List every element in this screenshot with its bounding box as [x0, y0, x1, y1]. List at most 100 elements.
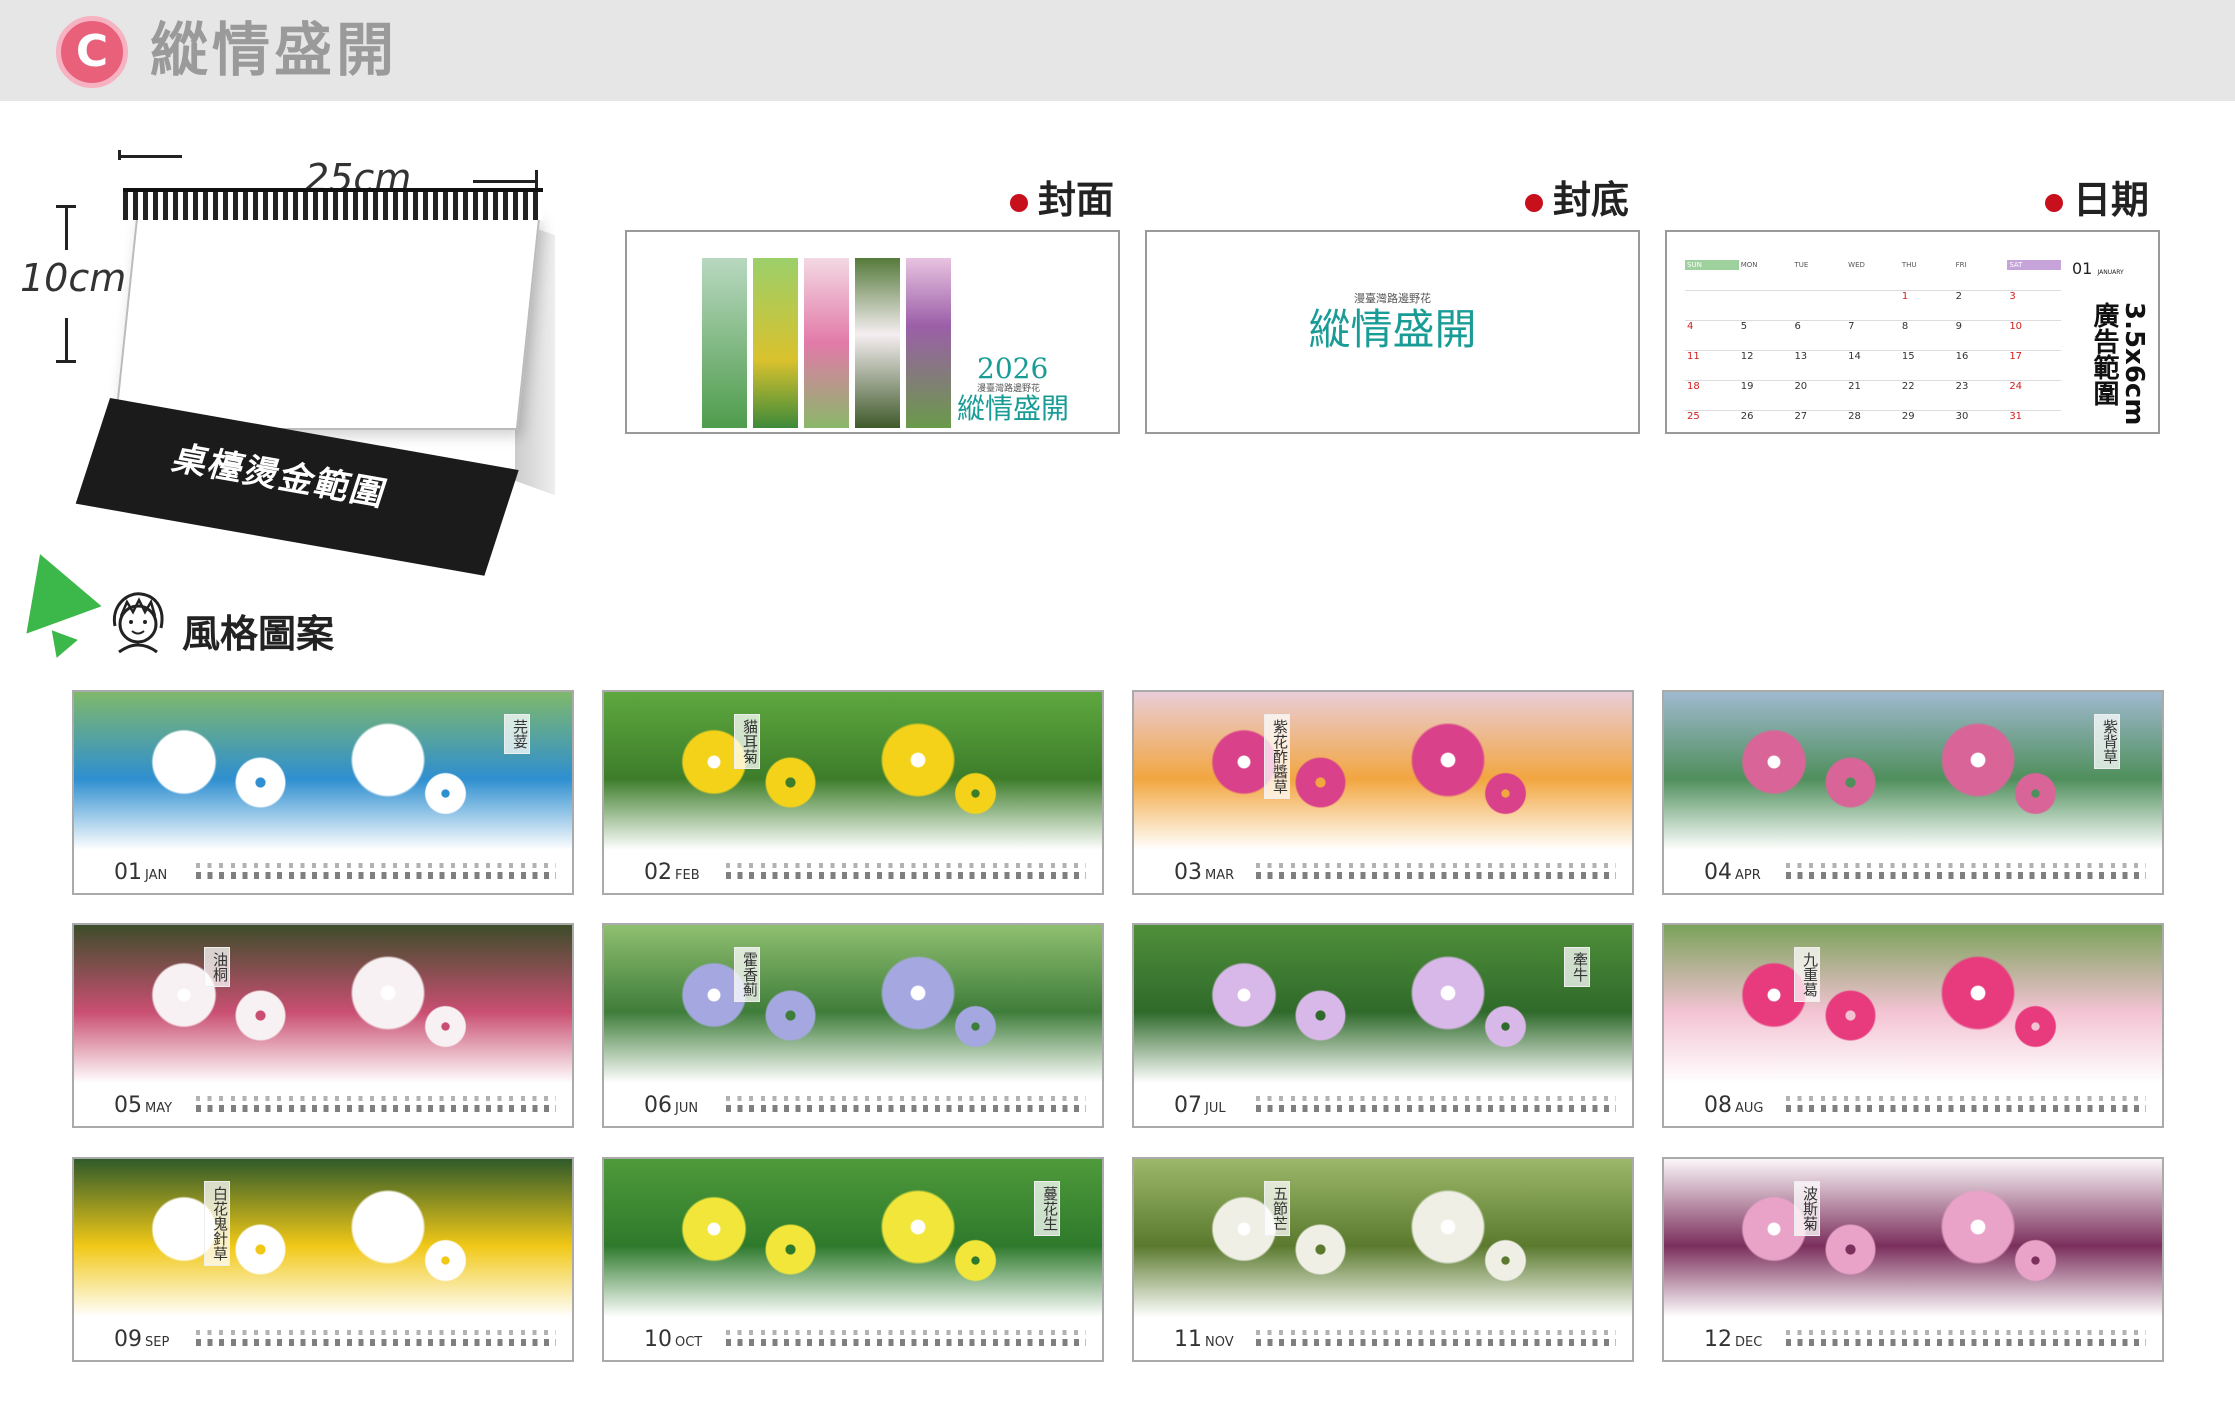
month-photo: [1134, 925, 1632, 1083]
month-card: 牽牛 07 JUL: [1132, 923, 1634, 1128]
triangle-decoration-icon: [51, 626, 81, 658]
cover-photo-strip: [855, 258, 900, 428]
flower-bloom: [877, 1187, 958, 1268]
month-number: 07: [1174, 1093, 1202, 1118]
month-card: 五節芒 11 NOV: [1132, 1157, 1634, 1362]
calendar-day: 11: [1685, 350, 1739, 380]
calendar-day: 18: [1685, 380, 1739, 410]
day-strip: [196, 1330, 556, 1346]
flower-bloom: [1293, 988, 1349, 1044]
month-label: 11 NOV: [1174, 1328, 1234, 1352]
calendar-week: 18 19 20 21 22 23 24: [1685, 380, 2062, 410]
day-strip: [726, 863, 1086, 879]
spiral-binding: [123, 188, 543, 220]
month-photo: [74, 692, 572, 850]
day-strip: [196, 1096, 556, 1112]
bullet-icon: [1010, 193, 1028, 212]
calendar-grid: SUN MON TUE WED THU FRI SAT 1 2 3 4 5 6 …: [1685, 260, 2062, 440]
calendar-day: 28: [1846, 410, 1900, 440]
month-photo: [1134, 1159, 1632, 1317]
calendar-day: [1792, 290, 1847, 320]
month-abbr: SEP: [145, 1335, 170, 1350]
month-label: 12 DEC: [1704, 1328, 1762, 1352]
back-preview: 漫臺灣路邊野花 縱情盛開: [1145, 230, 1640, 434]
month-abbr: NOV: [1205, 1335, 1234, 1350]
weekday-label: THU: [1901, 261, 1917, 269]
flower-name: 紫花酢醬草: [1264, 714, 1290, 799]
calendar-month: 01 JANUARY: [2072, 260, 2124, 282]
day-strip: [726, 1330, 1086, 1346]
width-dimension-line-left: [120, 155, 182, 158]
month-abbr: DEC: [1735, 1335, 1763, 1350]
flower-name: 貓耳菊: [734, 714, 760, 769]
month-card: 九重葛 08 AUG: [1662, 923, 2164, 1128]
month-label: 06 JUN: [644, 1094, 698, 1118]
flower-bloom: [952, 1238, 998, 1283]
calendar-day: 20: [1792, 380, 1847, 410]
month-number: 01: [114, 860, 142, 885]
month-card: 霍香薊 06 JUN: [602, 923, 1104, 1128]
section-badge: C: [56, 16, 128, 88]
flower-bloom: [1482, 1004, 1528, 1049]
weekday-label: WED: [1848, 261, 1865, 269]
month-number: 08: [1704, 1093, 1732, 1118]
calendar-day: 19: [1738, 380, 1793, 410]
calendar-day: 22: [1899, 380, 1954, 410]
month-number: 06: [644, 1093, 672, 1118]
calendar-day: 24: [2007, 380, 2062, 410]
flower-name: 五節芒: [1264, 1181, 1290, 1236]
cover-photo-strip: [753, 258, 798, 428]
month-card: 紫花酢醬草 03 MAR: [1132, 690, 1634, 895]
month-label: 05 MAY: [114, 1094, 172, 1118]
calendar-day: 8: [1899, 320, 1954, 350]
month-label: 10 OCT: [644, 1328, 702, 1352]
calendar-day: 12: [1738, 350, 1793, 380]
day-strip: [1256, 863, 1616, 879]
calendar-day: 15: [1899, 350, 1954, 380]
width-dimension-line-right: [473, 180, 535, 183]
calendar-day: 31: [2007, 410, 2062, 440]
calendar-day: 21: [1846, 380, 1900, 410]
calendar-day: [1738, 290, 1793, 320]
flower-bloom: [678, 1193, 749, 1264]
flower-name: 紫背草: [2094, 714, 2120, 769]
weekday-label: SAT: [2007, 260, 2062, 270]
back-title: 縱情盛開: [1308, 305, 1477, 354]
height-dimension-line-top: [65, 205, 68, 250]
calendar-day: [1846, 290, 1900, 320]
month-abbr: APR: [1735, 868, 1761, 883]
weekday-header: SUN MON TUE WED THU FRI SAT: [1685, 260, 2062, 290]
month-label: 04 APR: [1704, 861, 1761, 885]
flower-name: 九重葛: [1794, 947, 1820, 1002]
page-title: 縱情盛開: [150, 16, 399, 84]
month-photo: [1664, 1159, 2162, 1317]
flower-bloom: [422, 771, 468, 816]
flower-name: 白花鬼針草: [204, 1181, 230, 1266]
calendar-day: 17: [2007, 350, 2062, 380]
back-heading-text: 封底: [1553, 178, 1630, 222]
date-heading: 日期: [2045, 178, 2149, 222]
month-photo: [604, 692, 1102, 850]
flower-name: 霍香薊: [734, 947, 760, 1002]
month-number: 12: [1704, 1327, 1732, 1352]
calendar-day: 6: [1792, 320, 1847, 350]
foil-area-label: 桌檯燙金範圍: [167, 438, 393, 515]
bullet-icon: [1525, 193, 1543, 212]
calendar-week: 11 12 13 14 15 16 17: [1685, 350, 2062, 380]
flower-bloom: [347, 953, 428, 1034]
date-heading-text: 日期: [2073, 178, 2150, 222]
day-strip: [1256, 1096, 1616, 1112]
calendar-day: 29: [1899, 410, 1954, 440]
back-heading: 封底: [1525, 178, 1629, 222]
back-subtitle: 漫臺灣路邊野花: [1354, 292, 1431, 305]
month-abbr: AUG: [1735, 1101, 1764, 1116]
flower-bloom: [952, 771, 998, 816]
girl-doodle-icon: [112, 592, 164, 654]
cover-photo-strip: [804, 258, 849, 428]
month-label: 02 FEB: [644, 861, 700, 885]
bullet-icon: [2045, 193, 2063, 212]
calendar-week: 1 2 3: [1685, 290, 2062, 320]
flower-bloom: [1293, 1222, 1349, 1278]
flower-bloom: [1937, 1187, 2018, 1268]
calendar-day: 23: [1953, 380, 2008, 410]
